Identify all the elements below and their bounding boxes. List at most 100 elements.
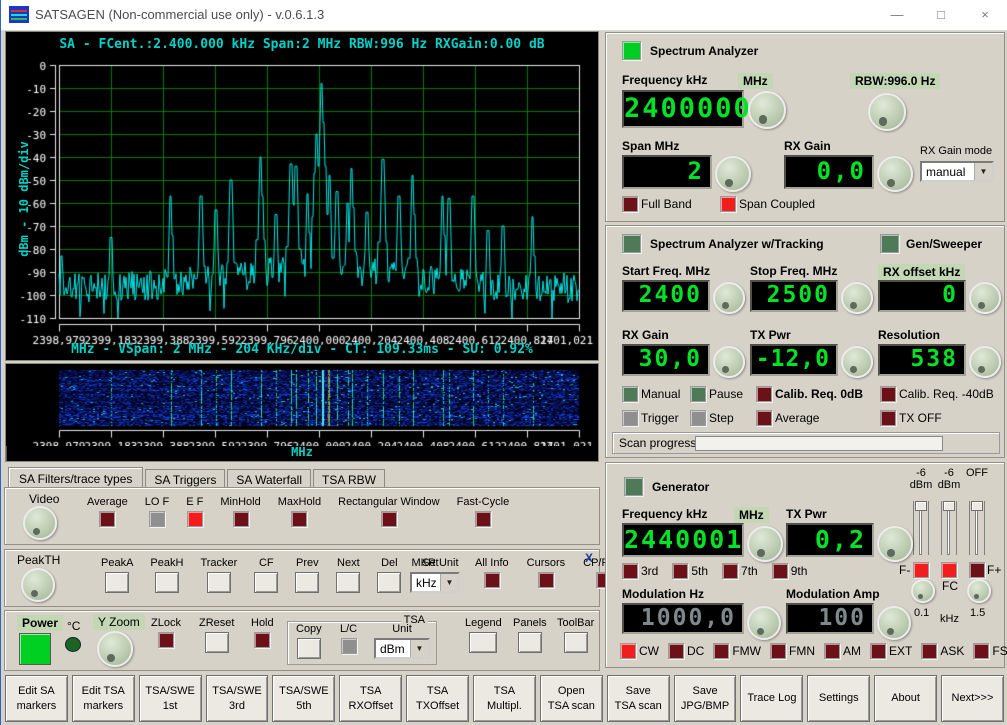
video-knob[interactable]	[23, 506, 57, 540]
checkbox-all-info[interactable]	[483, 572, 500, 588]
maximize-icon[interactable]: □	[919, 0, 963, 30]
zreset-button[interactable]	[204, 632, 229, 653]
checkbox-fsk[interactable]	[973, 643, 990, 659]
f-minus-slider[interactable]	[913, 501, 929, 555]
legend-button[interactable]	[469, 632, 498, 653]
checkbox-minhold[interactable]	[232, 511, 249, 527]
gen-sweeper-enable[interactable]	[880, 234, 899, 253]
checkbox-step[interactable]	[690, 410, 706, 426]
about-button[interactable]: About	[874, 675, 938, 722]
rbw-knob[interactable]	[868, 93, 906, 131]
gen-frequency-knob[interactable]	[747, 526, 783, 562]
checkbox-am[interactable]	[824, 643, 840, 659]
modulation-amp-knob[interactable]	[877, 606, 911, 640]
tab-tsa-rbw[interactable]: TSA RBW	[312, 469, 385, 489]
peakh-button[interactable]	[154, 572, 179, 593]
gen-mhz-button[interactable]: MHz	[734, 507, 769, 523]
checkbox-ask[interactable]	[921, 643, 938, 659]
next-button[interactable]	[336, 572, 361, 593]
generator-enable[interactable]	[624, 477, 643, 496]
marker-panel-close-icon[interactable]: X	[585, 551, 593, 565]
gen-frequency-display[interactable]: 2440001	[622, 523, 744, 557]
start-freq-knob[interactable]	[713, 282, 745, 314]
settings-button[interactable]: Settings	[807, 675, 871, 722]
unit-select[interactable]: dBm ▼	[374, 638, 430, 659]
checkbox-maxhold[interactable]	[291, 511, 308, 527]
hold-checkbox[interactable]	[254, 632, 271, 648]
save-jpg-bmp-button[interactable]: Save JPG/BMP	[673, 675, 737, 722]
chevron-down-icon[interactable]: ▼	[974, 163, 992, 180]
tab-sa-waterfall[interactable]: SA Waterfall	[227, 469, 311, 489]
tsa-rxoffset-button[interactable]: TSA RXOffset	[339, 675, 403, 722]
fc-checkbox[interactable]	[941, 562, 957, 578]
checkbox-fmw[interactable]	[713, 643, 730, 659]
checkbox-cursors[interactable]	[537, 572, 554, 588]
checkbox-ext[interactable]	[870, 643, 886, 659]
trk-rx-gain-display[interactable]: 30,0	[622, 344, 710, 376]
checkbox-manual[interactable]	[622, 386, 638, 402]
checkbox-fast-cycle[interactable]	[474, 511, 491, 527]
start-freq-display[interactable]: 2400	[622, 280, 710, 312]
checkbox-3rd[interactable]	[622, 563, 638, 579]
mhz-button[interactable]: MHz	[738, 73, 773, 89]
resolution-display[interactable]: 538	[878, 344, 966, 376]
resolution-knob[interactable]	[969, 346, 1001, 378]
gen-tx-pwr-knob[interactable]	[877, 526, 913, 562]
f-minus-checkbox[interactable]	[913, 562, 929, 578]
checkbox-5th[interactable]	[672, 563, 689, 579]
tsa-swe-1st-button[interactable]: TSA/SWE 1st	[138, 675, 202, 722]
checkbox-pause[interactable]	[690, 386, 706, 402]
rx-gain-knob[interactable]	[877, 156, 913, 192]
rx-gain-mode-select[interactable]: manual ▼	[920, 161, 994, 182]
checkbox-dc[interactable]	[668, 643, 684, 659]
checkbox-calib-req-0db[interactable]	[756, 386, 772, 402]
checkbox-e-f[interactable]	[186, 511, 203, 527]
checkbox-9th[interactable]	[771, 563, 788, 579]
chevron-down-icon[interactable]: ▼	[410, 640, 428, 657]
peaka-button[interactable]	[105, 572, 130, 593]
frequency-display[interactable]: 2400000	[622, 90, 750, 128]
prev-button[interactable]	[295, 572, 320, 593]
close-icon[interactable]: ×	[963, 0, 1007, 30]
tsa-multipl-button[interactable]: TSA Multipl.	[473, 675, 536, 722]
gen-tx-pwr-display[interactable]: 0,2	[786, 523, 874, 557]
f-plus-slider[interactable]	[969, 501, 985, 555]
tsa-txoffset-button[interactable]: TSA TXOffset	[406, 675, 470, 722]
tab-sa-triggers[interactable]: SA Triggers	[145, 469, 226, 489]
modulation-amp-display[interactable]: 100	[786, 603, 874, 634]
checkbox-7th[interactable]	[722, 563, 739, 579]
copy-button[interactable]	[296, 638, 321, 659]
save-tsa-scan-button[interactable]: Save TSA scan	[606, 675, 670, 722]
checkbox-tx-off[interactable]	[880, 410, 896, 426]
toolbar-button[interactable]	[563, 632, 588, 653]
span-display[interactable]: 2	[622, 155, 712, 189]
mkr-unit-select[interactable]: kHz ▼	[410, 572, 460, 593]
edit-tsa-markers-button[interactable]: Edit TSA markers	[71, 675, 135, 722]
checkbox-rectangular-window[interactable]	[380, 511, 397, 527]
tsa-swe-5th-button[interactable]: TSA/SWE 5th	[272, 675, 336, 722]
del-button[interactable]	[377, 572, 402, 593]
trace-log-button[interactable]: Trace Log	[740, 675, 804, 722]
peakth-knob[interactable]	[21, 568, 55, 602]
lc-checkbox[interactable]	[340, 638, 357, 654]
checkbox-lo-f[interactable]	[149, 511, 165, 527]
span-knob[interactable]	[715, 156, 751, 192]
spectrum-analyzer-enable[interactable]	[622, 41, 641, 60]
open-tsa-scan-button[interactable]: Open TSA scan	[539, 675, 603, 722]
next-button[interactable]: Next>>>	[941, 675, 1004, 722]
cf-button[interactable]	[254, 572, 279, 593]
checkbox-average[interactable]	[99, 511, 116, 527]
rx-offset-knob[interactable]	[969, 282, 1001, 314]
tsa-swe-3rd-button[interactable]: TSA/SWE 3rd	[205, 675, 269, 722]
trk-rx-gain-knob[interactable]	[713, 346, 745, 378]
checkbox-fmn[interactable]	[770, 643, 786, 659]
checkbox-average[interactable]	[756, 410, 772, 426]
rx-offset-display[interactable]: 0	[878, 280, 966, 312]
panels-button[interactable]	[517, 632, 542, 653]
trk-tx-pwr-display[interactable]: -12,0	[750, 344, 838, 376]
chevron-down-icon[interactable]: ▼	[440, 574, 458, 591]
tracking-enable[interactable]	[622, 234, 641, 253]
f-step-left-knob[interactable]	[911, 579, 935, 603]
modulation-hz-knob[interactable]	[747, 606, 781, 640]
f-step-right-knob[interactable]	[967, 579, 991, 603]
